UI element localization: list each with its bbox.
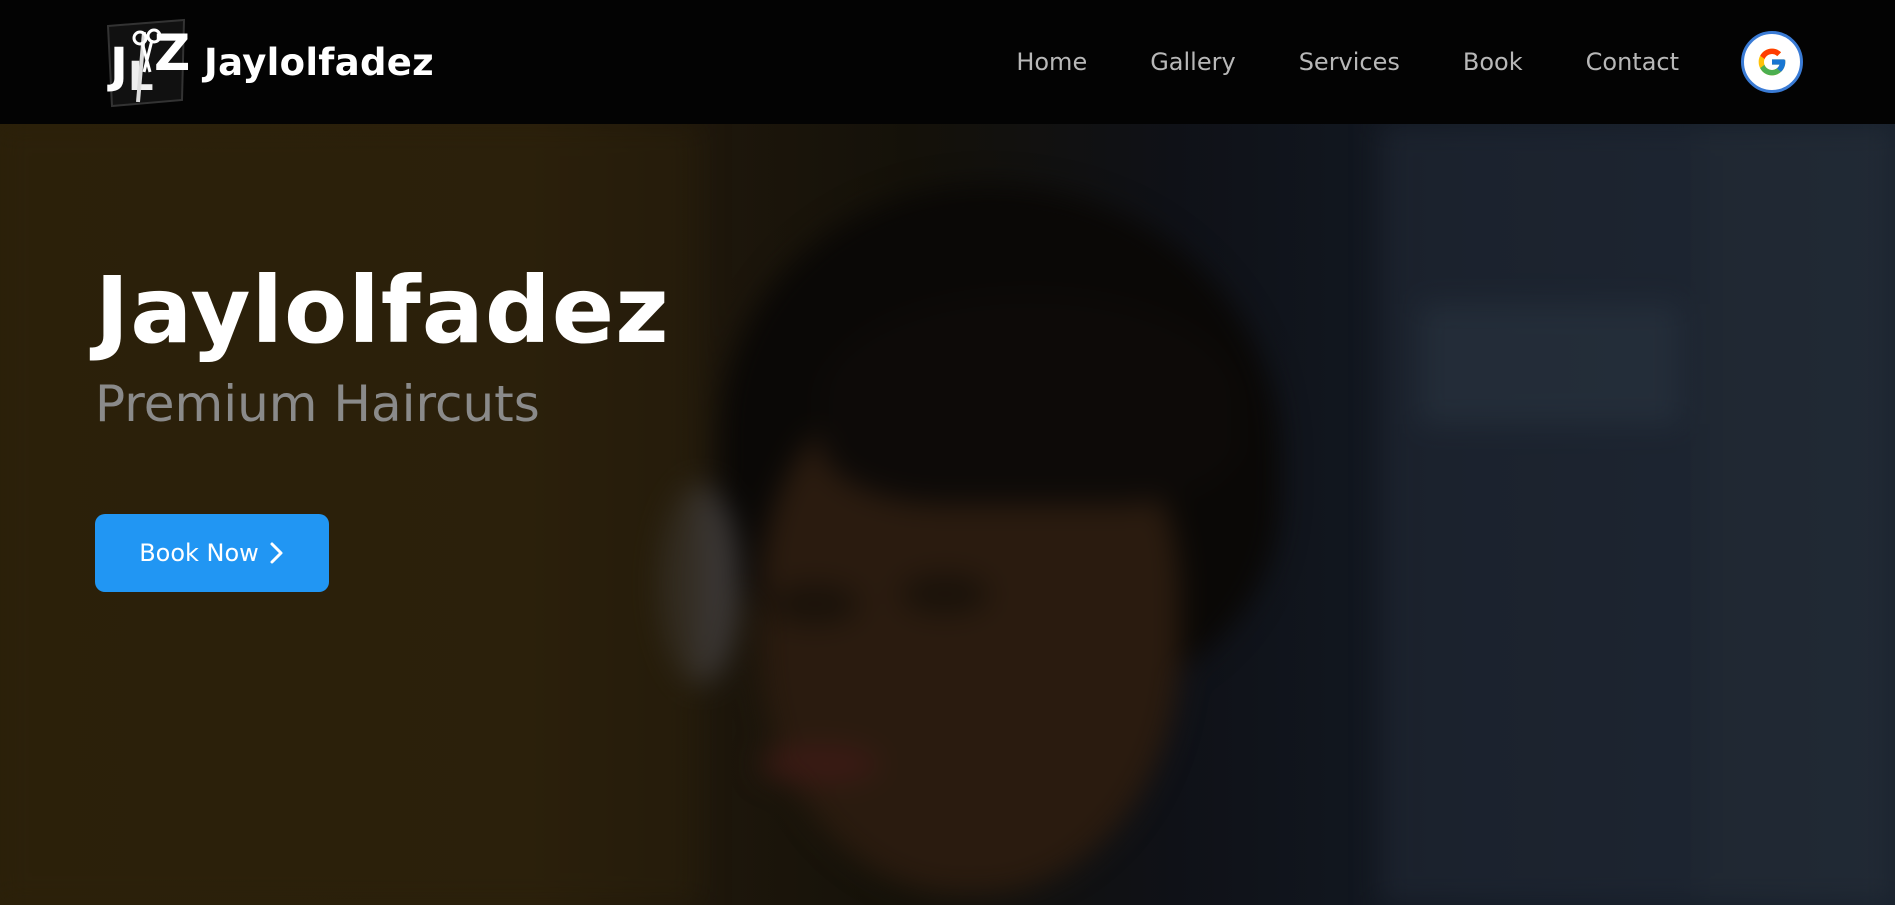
book-now-button[interactable]: Book Now (95, 514, 329, 592)
nav-gallery[interactable]: Gallery (1150, 48, 1235, 76)
google-sign-in-button[interactable] (1741, 31, 1803, 93)
hero-section: Jaylolfadez Premium Haircuts Book Now (0, 124, 1895, 905)
nav-services[interactable]: Services (1299, 48, 1400, 76)
svg-text:J: J (107, 38, 128, 94)
brand-name: Jaylolfadez (204, 40, 434, 84)
book-now-label: Book Now (139, 539, 259, 567)
nav-home[interactable]: Home (1016, 48, 1087, 76)
navbar: J L Z Jaylolfadez Home Gallery Services … (0, 0, 1895, 124)
hero-title: Jaylolfadez (95, 257, 670, 364)
google-g-icon (1758, 48, 1786, 76)
brand[interactable]: J L Z Jaylolfadez (98, 12, 434, 112)
brand-logo: J L Z (98, 12, 190, 112)
chevron-right-icon (270, 542, 283, 564)
nav-book[interactable]: Book (1463, 48, 1523, 76)
main-nav: Home Gallery Services Book Contact (1016, 48, 1679, 76)
nav-contact[interactable]: Contact (1586, 48, 1679, 76)
hero-subtitle: Premium Haircuts (95, 375, 540, 433)
hero-content: Jaylolfadez Premium Haircuts Book Now (95, 256, 670, 592)
